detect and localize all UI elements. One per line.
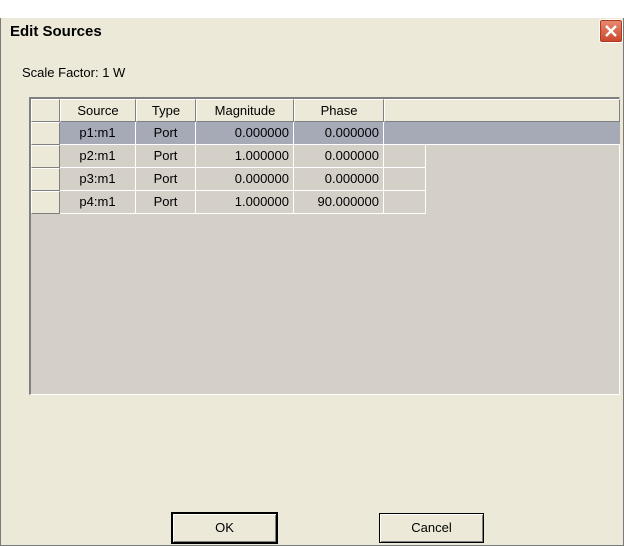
column-header-empty bbox=[384, 99, 620, 122]
close-icon bbox=[605, 25, 617, 37]
column-header-type[interactable]: Type bbox=[136, 99, 196, 122]
cell-empty bbox=[384, 191, 426, 214]
dialog-title: Edit Sources bbox=[10, 23, 102, 40]
close-button[interactable] bbox=[599, 19, 623, 43]
row-header[interactable] bbox=[31, 145, 60, 168]
cell-type[interactable]: Port bbox=[136, 145, 196, 168]
cell-phase[interactable]: 90.000000 bbox=[294, 191, 384, 214]
cell-type[interactable]: Port bbox=[136, 168, 196, 191]
cell-phase[interactable]: 0.000000 bbox=[294, 168, 384, 191]
cell-source[interactable]: p2:m1 bbox=[60, 145, 136, 168]
selected-row-fill bbox=[384, 122, 620, 145]
cell-magnitude[interactable]: 0.000000 bbox=[196, 122, 294, 145]
cell-phase[interactable]: 0.000000 bbox=[294, 145, 384, 168]
ok-button[interactable]: OK bbox=[171, 512, 278, 544]
column-header-phase[interactable]: Phase bbox=[294, 99, 384, 122]
cell-magnitude[interactable]: 0.000000 bbox=[196, 168, 294, 191]
cell-source[interactable]: p3:m1 bbox=[60, 168, 136, 191]
cell-source[interactable]: p1:m1 bbox=[60, 122, 136, 145]
cell-magnitude[interactable]: 1.000000 bbox=[196, 191, 294, 214]
cell-phase[interactable]: 0.000000 bbox=[294, 122, 384, 145]
cell-magnitude[interactable]: 1.000000 bbox=[196, 145, 294, 168]
column-header-magnitude[interactable]: Magnitude bbox=[196, 99, 294, 122]
corner-header bbox=[31, 99, 60, 122]
cancel-button[interactable]: Cancel bbox=[379, 513, 484, 543]
cell-type[interactable]: Port bbox=[136, 122, 196, 145]
cell-empty bbox=[384, 145, 426, 168]
title-bar[interactable]: Edit Sources bbox=[1, 18, 623, 48]
row-header[interactable] bbox=[31, 122, 60, 145]
row-header[interactable] bbox=[31, 168, 60, 191]
cell-source[interactable]: p4:m1 bbox=[60, 191, 136, 214]
scale-factor-label: Scale Factor: 1 W bbox=[22, 65, 126, 80]
row-header[interactable] bbox=[31, 191, 60, 214]
cell-empty bbox=[384, 168, 426, 191]
edit-sources-dialog: Edit Sources Scale Factor: 1 W Source Ty… bbox=[0, 18, 624, 546]
column-header-source[interactable]: Source bbox=[60, 99, 136, 122]
cell-type[interactable]: Port bbox=[136, 191, 196, 214]
sources-grid[interactable]: Source Type Magnitude Phase p1:m1 Port 0… bbox=[29, 97, 620, 395]
